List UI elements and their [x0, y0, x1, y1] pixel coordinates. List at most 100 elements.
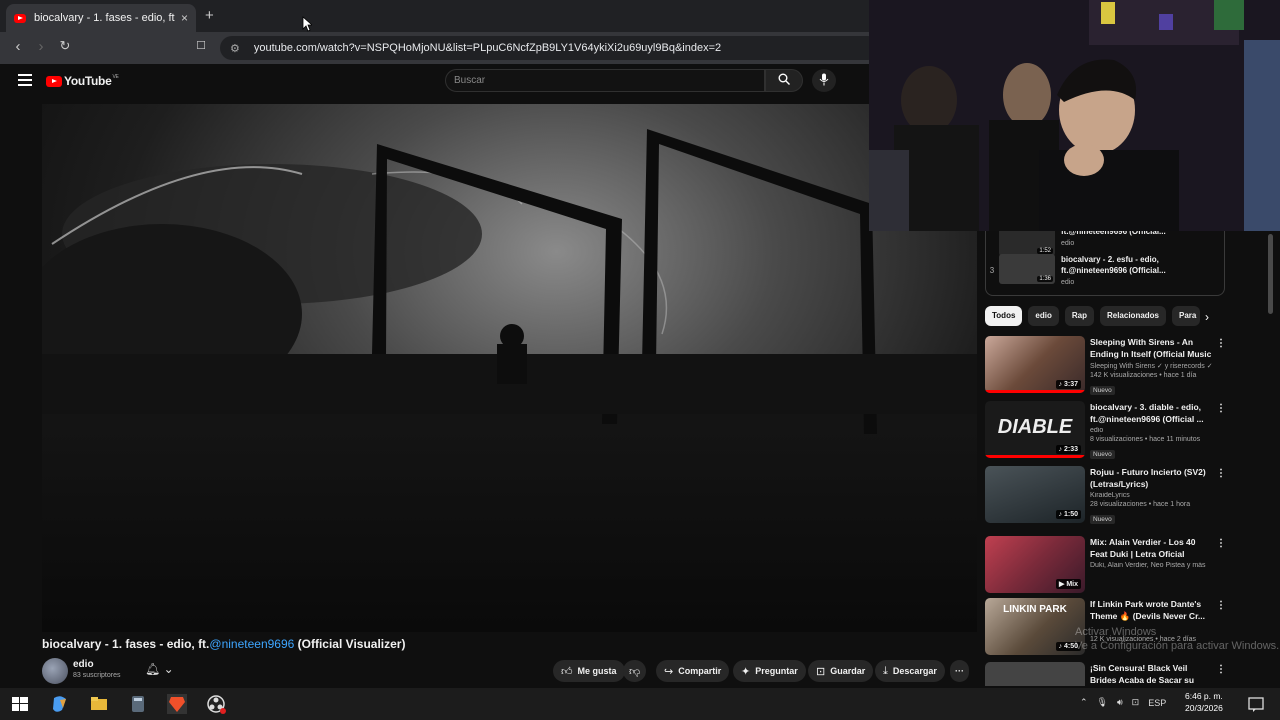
more-vert-icon[interactable]: ⋮ [1216, 468, 1226, 479]
logo-region: VE [112, 74, 119, 80]
chip-edio[interactable]: edio [1028, 306, 1059, 326]
chip-todos[interactable]: Todos [985, 306, 1023, 326]
clock-time: 6:46 p. m. [1185, 691, 1223, 701]
channel-avatar[interactable] [42, 658, 68, 684]
notification-center-icon[interactable] [1246, 694, 1266, 714]
calculator-icon[interactable] [128, 694, 148, 714]
hamburger-menu-icon[interactable] [18, 74, 32, 89]
brave-browser-icon[interactable] [167, 694, 187, 714]
more-vert-icon[interactable]: ⋮ [1216, 403, 1226, 414]
taskbar-clock[interactable]: 6:46 p. m. 20/3/2026 [1185, 690, 1223, 714]
sidebar-scrollbar[interactable] [1268, 234, 1273, 314]
bookmark-save-icon: ⊡ [816, 665, 826, 678]
webcam-overlay [869, 0, 1280, 231]
like-label: Me gusta [577, 666, 617, 676]
obs-studio-icon[interactable] [206, 694, 226, 714]
url-text: youtube.com/watch?v=NSPQHoMjoNU&list=PLp… [253, 42, 722, 54]
channel-name[interactable]: edio [73, 659, 94, 670]
recommendation-title: Sleeping With Sirens - An Ending In Itse… [1090, 337, 1212, 359]
recommendation-channel[interactable]: Sleeping With Sirens ✓ y riserecords ✓ [1090, 362, 1212, 370]
recommendation-thumbnail: ♪ 3:37 [985, 336, 1085, 393]
tab-title: biocalvary - 1. fases - edio, ft.@n [34, 12, 175, 24]
back-arrow-icon[interactable]: ‹ [8, 38, 28, 55]
recommendation-views: 28 visualizaciones • hace 1 hora [1090, 501, 1191, 508]
recommendation-channel[interactable]: KiraideLyrics [1090, 492, 1212, 499]
microphone-icon [819, 73, 829, 86]
chevron-up-icon[interactable]: ⌃ [1080, 697, 1088, 708]
windows-activation-watermark: Activar Windows Ve a Configuración para … [1075, 625, 1279, 653]
ask-button[interactable]: ✦ Preguntar [733, 660, 806, 682]
share-arrow-icon: ↪ [664, 665, 674, 678]
recommendation-item[interactable]: ¡Sin Censura! Black Veil Brides Acaba de… [985, 662, 1225, 686]
playlist-thumbnail: 1:36 [999, 254, 1055, 284]
video-title-mention-link[interactable]: @nineteen9696 [209, 637, 294, 651]
address-bar[interactable]: ⚙ youtube.com/watch?v=NSPQHoMjoNU&list=P… [220, 36, 880, 60]
file-explorer-icon[interactable] [89, 694, 109, 714]
watermark-line2: Ve a Configuración para activar Windows. [1075, 640, 1280, 652]
new-badge: Nuevo [1090, 386, 1115, 395]
site-info-icon[interactable]: ⚙ [230, 42, 240, 55]
new-tab-button[interactable]: + [205, 7, 214, 24]
bookmark-icon[interactable]: ☐ [191, 39, 211, 52]
save-button[interactable]: ⊡ Guardar [808, 660, 874, 682]
chevron-right-icon[interactable]: › [1205, 310, 1209, 324]
recommendation-thumbnail [985, 662, 1085, 686]
recommendation-item[interactable]: ♪ 1:50 Rojuu - Futuro Incierto (SV2) (Le… [985, 466, 1226, 528]
windows-start-icon[interactable] [10, 694, 30, 714]
share-button[interactable]: ↪ Compartir [656, 660, 730, 682]
video-player[interactable] [42, 104, 977, 632]
more-vert-icon[interactable]: ⋮ [1216, 600, 1226, 611]
new-badge: Nuevo [1090, 450, 1115, 459]
recommendation-title: ¡Sin Censura! Black Veil Brides Acaba de… [1090, 663, 1195, 685]
clock-date: 20/3/2026 [1185, 703, 1223, 713]
recommendation-item[interactable]: ▶ Mix Mix: Alain Verdier - Los 40 Feat D… [985, 536, 1226, 598]
browser-tab[interactable]: biocalvary - 1. fases - edio, ft.@n × [6, 4, 196, 32]
recommendation-title: Mix: Alain Verdier - Los 40 Feat Duki | … [1090, 537, 1196, 559]
linkin-park-logo-art: LINKIN PARK [1003, 604, 1067, 615]
more-vert-icon[interactable]: ⋮ [1216, 538, 1226, 549]
microphone-icon[interactable]: 🎙︎ [1097, 697, 1108, 708]
chip-rap[interactable]: Rap [1064, 306, 1094, 326]
recommendation-views: 142 K visualizaciones • hace 1 día [1090, 372, 1197, 379]
more-vert-icon[interactable]: ⋮ [1216, 664, 1225, 675]
volume-icon[interactable]: 🔊︎ [1117, 697, 1123, 708]
search-input[interactable]: Buscar [445, 69, 765, 92]
search-icon [778, 73, 790, 85]
playlist-item[interactable]: 3 1:36 biocalvary - 2. esfu - edio, ft.@… [985, 254, 1211, 286]
network-icon[interactable]: ⊡ [1132, 697, 1140, 708]
forward-arrow-icon[interactable]: › [31, 38, 51, 55]
download-button[interactable]: ⤓ Descargar [875, 660, 945, 682]
more-vert-icon[interactable]: ⋮ [1216, 338, 1226, 349]
recommendation-item[interactable]: DIABLE ♪ 2:33 biocalvary - 3. diable - ed… [985, 401, 1226, 463]
recommendation-title: If Linkin Park wrote Dante's Theme 🔥 (De… [1090, 599, 1205, 621]
search-button[interactable] [765, 69, 803, 92]
thumbs-up-icon: 👍︎ [561, 665, 573, 678]
tab-close-button[interactable]: × [181, 11, 188, 25]
watermark-line1: Activar Windows [1075, 626, 1157, 638]
youtube-logo[interactable]: YouTube VE [46, 74, 119, 88]
copilot-icon[interactable] [50, 694, 70, 714]
duration-badge: ♪ 1:50 [1055, 510, 1081, 519]
language-indicator[interactable]: ESP [1148, 698, 1166, 708]
share-label: Compartir [678, 666, 722, 676]
dislike-button[interactable]: 👎︎ [623, 660, 647, 682]
recommendation-channel[interactable]: Duki, Alain Verdier, Neo Pistea y más [1090, 562, 1212, 569]
ask-label: Preguntar [755, 666, 798, 676]
more-actions-button[interactable]: ··· [950, 660, 969, 682]
logo-text: YouTube [64, 74, 112, 88]
playlist-item-channel: edio [1061, 240, 1075, 247]
video-title-prefix: biocalvary - 1. fases - edio, ft. [42, 637, 210, 651]
svg-text:LINKIN PARK: LINKIN PARK [1003, 604, 1067, 615]
new-badge: Nuevo [1090, 515, 1115, 524]
voice-search-button[interactable] [812, 69, 836, 92]
recommendation-item[interactable]: ♪ 3:37 Sleeping With Sirens - An Ending … [985, 336, 1226, 398]
watch-progress-bar [985, 390, 1085, 393]
video-title: biocalvary - 1. fases - edio, ft.@ninete… [42, 637, 405, 651]
chip-para[interactable]: Para [1172, 306, 1200, 326]
like-button[interactable]: 👍︎ Me gusta [553, 660, 625, 682]
chip-relacionados[interactable]: Relacionados [1099, 306, 1166, 326]
recommendation-channel[interactable]: edio [1090, 427, 1212, 434]
notification-bell-button[interactable]: 🔔︎ ⌄ [145, 662, 174, 676]
reload-icon[interactable]: ↻ [55, 38, 75, 54]
youtube-favicon-icon [14, 13, 26, 23]
